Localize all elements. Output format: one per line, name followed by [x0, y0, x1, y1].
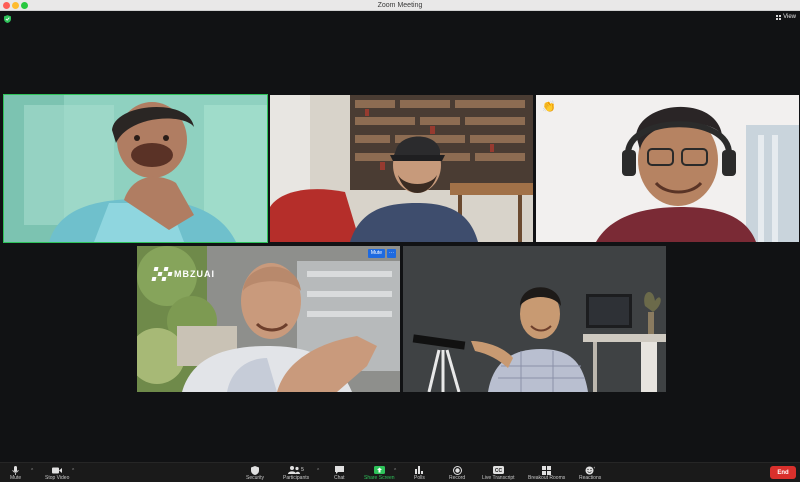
chat-label: Chat — [334, 475, 345, 481]
reactions-button[interactable]: + Reactions — [579, 465, 601, 482]
view-label: View — [783, 14, 796, 20]
svg-text:+: + — [594, 466, 596, 470]
shield-icon — [251, 465, 260, 475]
participant-video — [536, 95, 799, 242]
tile-more-options-button[interactable]: ··· — [387, 249, 396, 258]
clap-reaction-icon: 👏 — [542, 101, 556, 113]
participant-video — [270, 95, 533, 242]
polls-label: Polls — [414, 475, 425, 481]
record-label: Record — [449, 475, 466, 481]
mute-label: Mute — [10, 475, 22, 481]
share-screen-button[interactable]: Share Screen — [364, 465, 395, 482]
encryption-shield-icon[interactable] — [4, 15, 11, 23]
participants-label: Participants — [283, 475, 310, 481]
breakout-rooms-label: Breakout Rooms — [528, 475, 566, 481]
reactions-smiley-icon: + — [585, 466, 596, 474]
video-tile-participant-4[interactable]: MBZUAI Mute ··· — [137, 246, 400, 392]
share-screen-label: Share Screen — [364, 475, 395, 481]
breakout-rooms-button[interactable]: Breakout Rooms — [528, 465, 565, 482]
microphone-icon — [12, 465, 19, 475]
participant-video — [403, 246, 666, 392]
window-title: Zoom Meeting — [377, 2, 423, 9]
polls-chart-icon — [415, 466, 424, 474]
share-screen-icon — [373, 466, 385, 474]
video-tile-participant-5[interactable] — [403, 246, 666, 392]
participants-icon — [288, 466, 301, 474]
mute-button[interactable]: Mute — [10, 465, 21, 482]
meeting-toolbar: Mute ⌃ Stop Video ⌃ Security 5 Participa… — [0, 462, 800, 482]
stop-video-button[interactable]: Stop Video — [45, 465, 69, 482]
grid-view-icon — [776, 14, 782, 20]
mbzuai-logo-mark-icon — [151, 267, 173, 281]
video-tile-participant-3[interactable]: 👏 — [536, 95, 799, 242]
live-transcript-label: Live Transcript — [482, 475, 515, 481]
title-bar: Zoom Meeting — [0, 0, 800, 11]
video-tile-participant-1[interactable] — [3, 94, 268, 243]
tile-menu: Mute ··· — [367, 249, 396, 258]
participants-count: 5 — [301, 467, 304, 473]
chat-button[interactable]: Chat — [334, 465, 345, 482]
polls-button[interactable]: Polls — [414, 465, 425, 482]
closed-caption-icon: CC — [492, 466, 504, 474]
security-label: Security — [246, 475, 265, 481]
video-tile-participant-2[interactable] — [270, 95, 533, 242]
breakout-rooms-icon — [542, 465, 552, 475]
share-options-chevron-icon[interactable]: ⌃ — [393, 468, 397, 474]
view-button[interactable]: View — [776, 14, 796, 20]
chat-bubble-icon — [334, 466, 344, 474]
record-button[interactable]: Record — [449, 465, 465, 482]
record-icon — [452, 465, 462, 475]
stop-video-label: Stop Video — [45, 475, 70, 481]
video-camera-icon — [52, 467, 63, 473]
live-transcript-button[interactable]: CC Live Transcript — [482, 465, 515, 482]
svg-text:CC: CC — [495, 468, 503, 474]
video-options-chevron-icon[interactable]: ⌃ — [71, 468, 75, 474]
audio-options-chevron-icon[interactable]: ⌃ — [30, 468, 34, 474]
mbzuai-logo-text: MBZUAI — [174, 269, 215, 279]
participants-options-chevron-icon[interactable]: ⌃ — [316, 468, 320, 474]
participant-video — [4, 95, 267, 242]
tile-mute-button[interactable]: Mute — [367, 249, 385, 258]
reactions-label: Reactions — [579, 475, 602, 481]
end-meeting-button[interactable]: End — [770, 466, 796, 479]
participants-button[interactable]: 5 Participants — [283, 465, 309, 482]
mbzuai-logo: MBZUAI — [151, 267, 215, 281]
security-button[interactable]: Security — [246, 465, 264, 482]
